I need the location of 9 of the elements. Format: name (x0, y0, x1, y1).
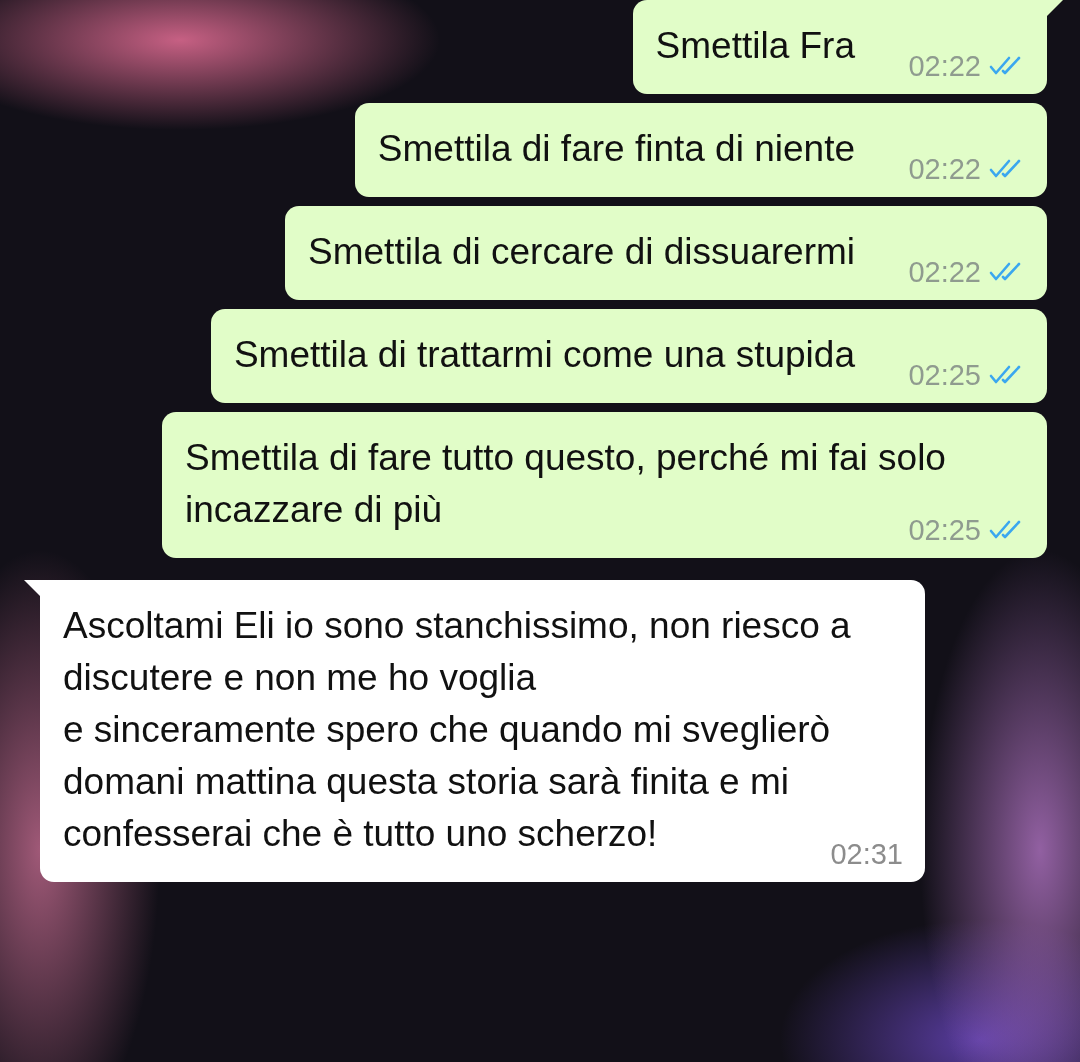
message-text: Smettila Fra (655, 25, 855, 66)
message-time: 02:25 (908, 513, 981, 548)
message-time: 02:25 (908, 358, 981, 393)
message-time: 02:22 (908, 49, 981, 84)
message-text: Smettila di trattarmi come una stupida (233, 334, 855, 375)
message-time: 02:22 (908, 255, 981, 290)
message-text: Smettila di cercare di dissuarermi (308, 231, 855, 272)
message-time: 02:22 (908, 152, 981, 187)
message-text: Smettila di fare finta di niente (377, 128, 855, 169)
